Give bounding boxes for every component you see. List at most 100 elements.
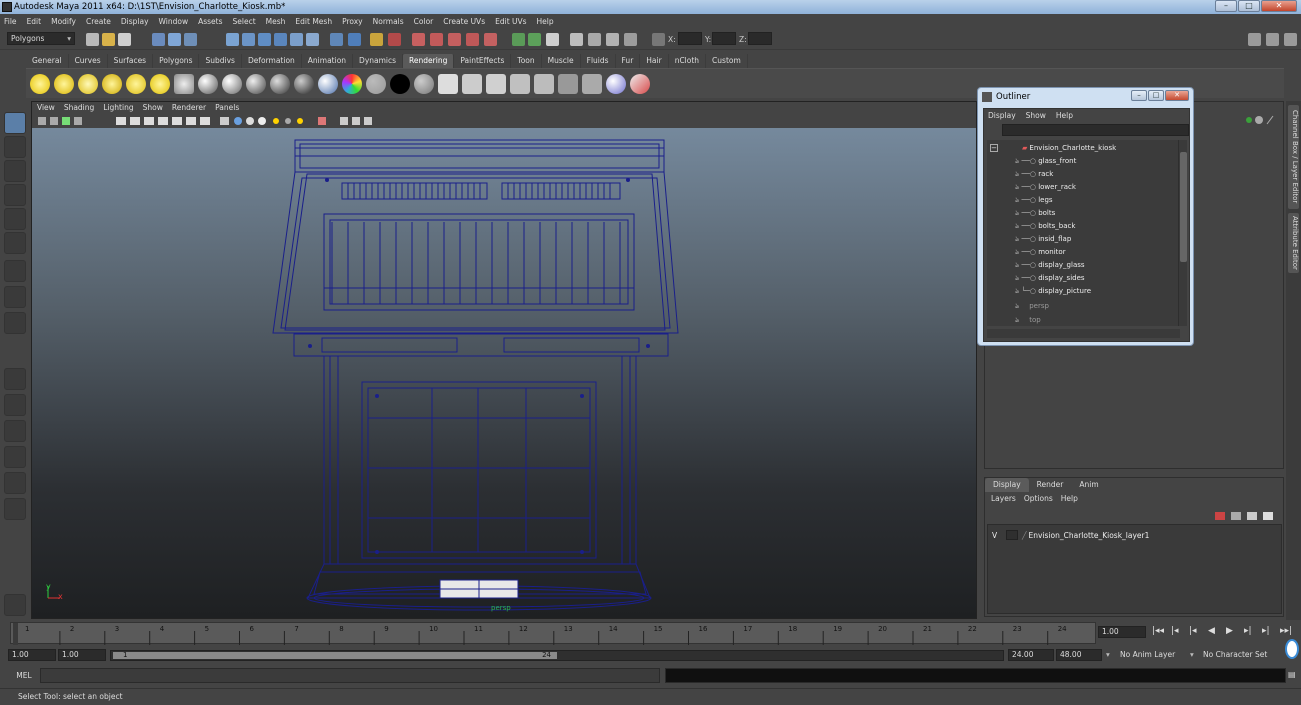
tree-item[interactable]: ঌ ──○ bolts bbox=[1015, 207, 1055, 220]
tree-item[interactable]: ঌ ──○ legs bbox=[1015, 194, 1053, 207]
auto-key-icon[interactable] bbox=[1285, 639, 1299, 659]
play-forwards-icon[interactable]: ▶ bbox=[1226, 626, 1233, 636]
menu-display[interactable]: Display bbox=[121, 17, 149, 26]
shading-map-icon[interactable] bbox=[414, 74, 434, 94]
render-view-icon[interactable] bbox=[624, 33, 637, 46]
phong-icon[interactable] bbox=[246, 74, 266, 94]
step-back-key-icon[interactable]: |◂ bbox=[1171, 626, 1179, 636]
show-tool-settings-icon[interactable] bbox=[1266, 33, 1279, 46]
shelf-tab-subdivs[interactable]: Subdivs bbox=[199, 54, 242, 68]
channel-box-toolbar-icons[interactable] bbox=[1243, 114, 1275, 126]
menu-select[interactable]: Select bbox=[233, 17, 256, 26]
persp-graph-layout-icon[interactable] bbox=[4, 446, 26, 468]
hypershade-persp-layout-icon[interactable] bbox=[4, 472, 26, 494]
shelf-tab-custom[interactable]: Custom bbox=[706, 54, 748, 68]
render-view-shelf-icon[interactable] bbox=[510, 74, 530, 94]
point-light-icon[interactable] bbox=[78, 74, 98, 94]
anim-layer-dropdown[interactable]: No Anim Layer bbox=[1120, 650, 1175, 659]
menu-create[interactable]: Create bbox=[86, 17, 111, 26]
single-perspective-layout-icon[interactable] bbox=[4, 368, 26, 390]
play-backwards-icon[interactable]: ◀ bbox=[1208, 626, 1215, 636]
tree-item[interactable]: ঌ ──○ glass_front bbox=[1015, 155, 1076, 168]
show-channel-box-icon[interactable] bbox=[1284, 33, 1297, 46]
x-field[interactable] bbox=[678, 32, 702, 45]
lasso-tool-icon[interactable] bbox=[4, 136, 26, 158]
lock-selection-icon[interactable] bbox=[370, 33, 383, 46]
menu-window[interactable]: Window bbox=[159, 17, 189, 26]
anisotropic-icon[interactable] bbox=[294, 74, 314, 94]
render-current-frame-icon[interactable] bbox=[438, 74, 458, 94]
layer-tab-anim[interactable]: Anim bbox=[1071, 478, 1106, 492]
ambient-light-icon[interactable] bbox=[30, 74, 50, 94]
y-field[interactable] bbox=[712, 32, 736, 45]
universal-manipulator-icon[interactable] bbox=[4, 260, 26, 282]
highlight-selection-icon[interactable] bbox=[388, 33, 401, 46]
show-attribute-editor-icon[interactable] bbox=[1248, 33, 1261, 46]
select-handles-icon[interactable] bbox=[226, 33, 239, 46]
outliner-minimize-button[interactable]: – bbox=[1131, 90, 1147, 101]
select-component-icon[interactable] bbox=[184, 33, 197, 46]
tree-item-camera[interactable]: ঌ top bbox=[1015, 314, 1041, 326]
close-button[interactable]: ✕ bbox=[1261, 0, 1297, 12]
area-light-icon[interactable] bbox=[126, 74, 146, 94]
save-scene-icon[interactable] bbox=[118, 33, 131, 46]
new-scene-icon[interactable] bbox=[86, 33, 99, 46]
ramp-shader-icon[interactable] bbox=[342, 74, 362, 94]
transform-mode-icon[interactable] bbox=[652, 33, 665, 46]
outliner-filter-field[interactable] bbox=[1002, 124, 1189, 136]
snap-grid-icon[interactable] bbox=[412, 33, 425, 46]
outliner-vertical-scrollbar[interactable] bbox=[1178, 140, 1187, 326]
outliner-menu-help[interactable]: Help bbox=[1056, 111, 1073, 120]
lambert-icon[interactable] bbox=[198, 74, 218, 94]
directional-light-icon[interactable] bbox=[54, 74, 74, 94]
shelf-tab-toon[interactable]: Toon bbox=[511, 54, 542, 68]
tree-item[interactable]: ঌ ──○ rack bbox=[1015, 168, 1053, 181]
layer-menu-help[interactable]: Help bbox=[1061, 494, 1078, 503]
input-output-icon[interactable] bbox=[512, 33, 525, 46]
time-ruler[interactable]: 1 2 3 4 5 6 7 8 9 10 11 12 13 14 15 16 17 18 19 20 21 22 23 24 bbox=[10, 622, 1096, 645]
menu-modify[interactable]: Modify bbox=[51, 17, 76, 26]
surface-shader-icon[interactable] bbox=[366, 74, 386, 94]
scale-tool-icon[interactable] bbox=[4, 232, 26, 254]
layer-tab-render[interactable]: Render bbox=[1029, 478, 1072, 492]
tree-item[interactable]: ঌ ──○ bolts_back bbox=[1015, 220, 1075, 233]
menu-create-uvs[interactable]: Create UVs bbox=[443, 17, 485, 26]
soft-modification-icon[interactable] bbox=[4, 286, 26, 308]
shelf-tab-painteffects[interactable]: PaintEffects bbox=[454, 54, 512, 68]
snap-curve-icon[interactable] bbox=[430, 33, 443, 46]
render-current-icon[interactable] bbox=[546, 33, 559, 46]
relationship-editor-icon[interactable] bbox=[582, 74, 602, 94]
hypershade-icon[interactable] bbox=[606, 33, 619, 46]
select-dynamics-icon[interactable] bbox=[306, 33, 319, 46]
tree-item[interactable]: ঌ ──○ display_sides bbox=[1015, 272, 1085, 285]
select-surfaces-icon[interactable] bbox=[274, 33, 287, 46]
go-to-end-icon[interactable]: ▸▸| bbox=[1280, 626, 1292, 636]
persp-graph-hypergraph-layout-icon[interactable] bbox=[4, 498, 26, 520]
go-to-start-icon[interactable]: |◂◂ bbox=[1152, 626, 1164, 636]
select-hierarchy-icon[interactable] bbox=[152, 33, 165, 46]
shelf-tab-curves[interactable]: Curves bbox=[69, 54, 108, 68]
menuset-dropdown[interactable]: Polygons bbox=[7, 32, 75, 45]
tree-item[interactable]: ঌ ──○ insid_flap bbox=[1015, 233, 1071, 246]
persp-outliner-layout-icon[interactable] bbox=[4, 420, 26, 442]
shelf-tab-fluids[interactable]: Fluids bbox=[581, 54, 616, 68]
outliner-horizontal-scrollbar[interactable] bbox=[987, 329, 1180, 338]
outliner-close-button[interactable]: ✕ bbox=[1165, 90, 1189, 101]
tree-item[interactable]: ঌ └─○ display_picture bbox=[1015, 285, 1091, 298]
layer-color-swatch[interactable]: ╱ bbox=[1022, 531, 1027, 540]
layered-shader-icon[interactable] bbox=[318, 74, 338, 94]
mel-language-toggle[interactable]: MEL bbox=[10, 669, 38, 683]
z-field[interactable] bbox=[748, 32, 772, 45]
outliner-maximize-button[interactable]: □ bbox=[1148, 90, 1164, 101]
spot-light-icon[interactable] bbox=[102, 74, 122, 94]
tree-item[interactable]: ঌ ──○ monitor bbox=[1015, 246, 1066, 259]
animation-end-field[interactable]: 48.00 bbox=[1056, 649, 1102, 661]
animation-start-field[interactable]: 1.00 bbox=[8, 649, 56, 661]
construction-history-icon[interactable] bbox=[528, 33, 541, 46]
viewport-menu-panels[interactable]: Panels bbox=[215, 102, 239, 114]
paint-canvas-icon[interactable] bbox=[630, 74, 650, 94]
step-forward-key-icon[interactable]: ▸| bbox=[1262, 626, 1270, 636]
shelf-tab-hair[interactable]: Hair bbox=[640, 54, 669, 68]
minimize-button[interactable]: – bbox=[1215, 0, 1237, 12]
maximize-button[interactable]: □ bbox=[1238, 0, 1260, 12]
